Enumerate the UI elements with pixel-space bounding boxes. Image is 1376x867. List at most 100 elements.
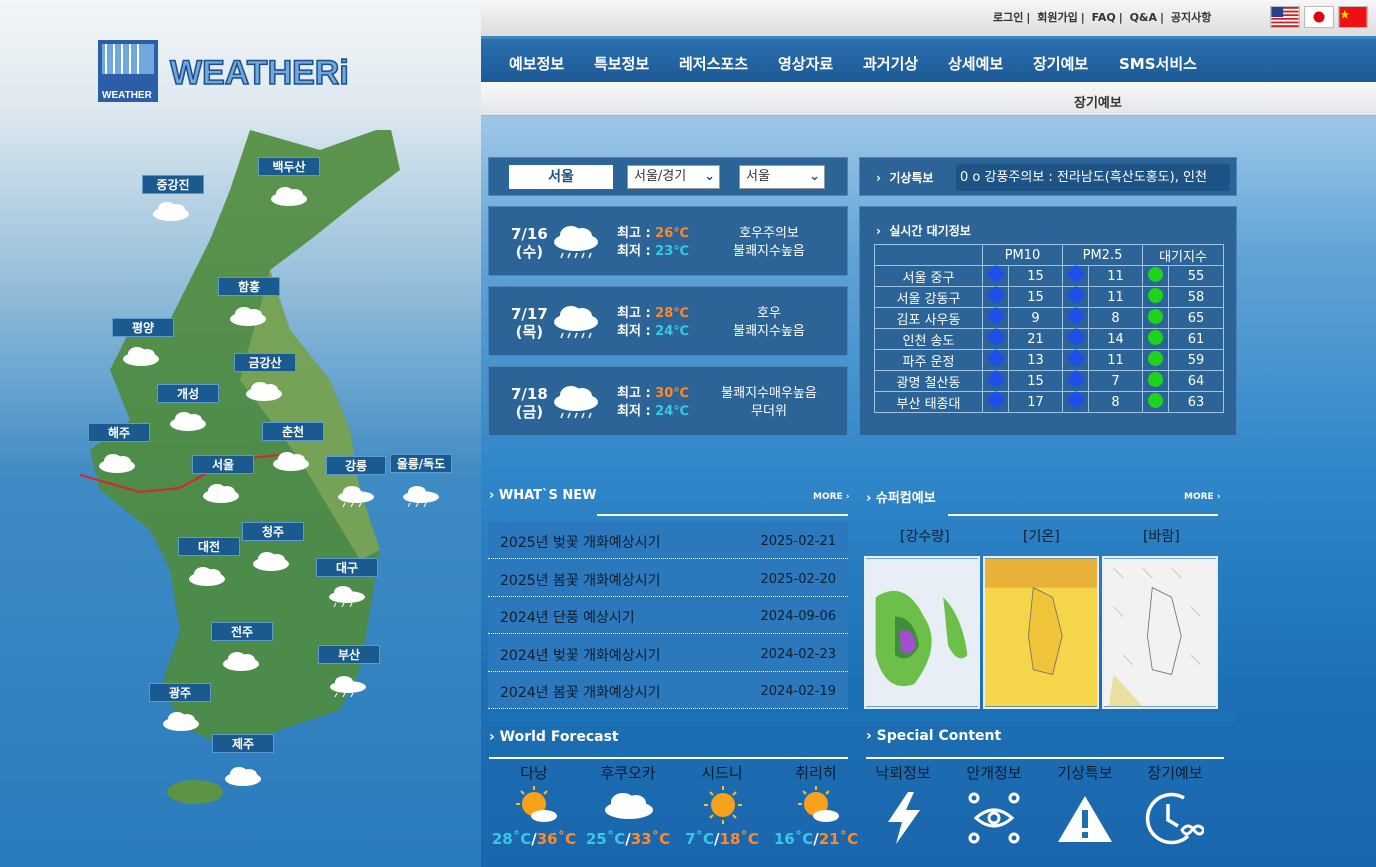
map-city-label[interactable]: 대전	[178, 537, 240, 556]
low-label: 최저 :	[617, 404, 656, 419]
map-city-label[interactable]: 전주	[211, 622, 273, 641]
table-row[interactable]: 광명 철산동 15 7 64	[874, 369, 1224, 392]
news-item[interactable]: 2025년 벚꽃 개화예상시기 2025-02-21	[488, 522, 848, 559]
map-city-label[interactable]: 제주	[212, 734, 274, 753]
supercomputer-more-link[interactable]: MORE ›	[1184, 492, 1221, 502]
station-name: 서울 강동구	[874, 286, 983, 308]
nav-item[interactable]: 레저스포츠	[679, 53, 748, 74]
world-city-temps: 16˚C/21˚C	[773, 830, 859, 848]
map-city-label[interactable]: 광주	[149, 683, 211, 702]
world-city-name[interactable]: 취리히	[771, 762, 861, 783]
table-row[interactable]: 서울 중구 15 11 55	[874, 264, 1224, 287]
map-city-label[interactable]: 평양	[112, 318, 174, 337]
high-temp: 30℃	[655, 386, 690, 401]
special-content-title: › Special Content	[866, 728, 1001, 744]
qna-link[interactable]: Q&A	[1130, 11, 1157, 24]
map-city-label[interactable]: 부산	[318, 645, 380, 664]
map-city-label[interactable]: 청주	[242, 522, 304, 541]
table-row[interactable]: 파주 운정 13 11 59	[874, 348, 1224, 371]
lightning-icon[interactable]	[882, 792, 926, 844]
forecast-note: 무더위	[751, 404, 787, 419]
world-city-name[interactable]: 후쿠오카	[583, 762, 673, 783]
map-city-label[interactable]: 강릉	[326, 456, 386, 475]
table-row[interactable]: 부산 태종대 17 8 63	[874, 390, 1224, 413]
us-flag-icon[interactable]	[1270, 6, 1300, 28]
fog-eye-icon[interactable]	[968, 792, 1020, 844]
current-page-label[interactable]: 장기예보	[1074, 92, 1122, 111]
station-name: 파주 운정	[874, 349, 983, 371]
news-more-link[interactable]: MORE ›	[813, 492, 850, 502]
notice-link[interactable]: 공지사항	[1171, 9, 1211, 25]
special-item-label[interactable]: 낙뢰정보	[858, 762, 948, 783]
warning-icon[interactable]	[1056, 794, 1114, 844]
city-select[interactable]: 서울 ⌄	[739, 165, 825, 189]
special-item-label[interactable]: 장기예보	[1130, 762, 1220, 783]
precip-label: [강수량]	[900, 529, 950, 545]
faq-link[interactable]: FAQ	[1092, 11, 1116, 24]
long-term-clock-icon[interactable]	[1144, 792, 1204, 846]
high-temp: 36˚C	[536, 830, 577, 848]
forecast-note: 불쾌지수높음	[733, 324, 805, 339]
map-city-label[interactable]: 개성	[157, 384, 219, 403]
special-item-label[interactable]: 기상특보	[1040, 762, 1130, 783]
index-value: 61	[1168, 328, 1224, 350]
nav-item[interactable]: 특보정보	[594, 53, 649, 74]
chevron-down-icon: ⌄	[809, 169, 820, 184]
forecast-note: 불쾌지수매우높음	[721, 386, 817, 401]
pm25-value: 11	[1088, 349, 1143, 371]
pm25-status-icon	[1062, 285, 1089, 308]
index-value: 59	[1168, 349, 1224, 371]
alert-text[interactable]: 0 o 강풍주의보 : 전라남도(흑산도홍도), 인천	[956, 164, 1230, 191]
world-city-name[interactable]: 다낭	[489, 762, 579, 783]
news-item-date: 2025-02-21	[760, 534, 836, 549]
china-flag-icon[interactable]	[1338, 6, 1368, 28]
news-item-title: 2025년 봄꽃 개화예상시기	[500, 573, 661, 589]
nav-item[interactable]: 예보정보	[509, 53, 564, 74]
special-item-label[interactable]: 안개정보	[949, 762, 1039, 783]
signup-link[interactable]: 회원가입	[1037, 9, 1077, 25]
nav-item[interactable]: 상세예보	[948, 53, 1003, 74]
nav-item[interactable]: 과거기상	[863, 53, 918, 74]
forecast-day[interactable]: 7/17 (목) 최고 : 28℃ 최저 : 24℃ 호우 불쾌지수높음	[488, 286, 848, 356]
map-city-label[interactable]: 춘천	[262, 422, 324, 441]
world-city-name[interactable]: 시드니	[677, 762, 767, 783]
low-label: 최저 :	[617, 324, 656, 339]
map-city-label[interactable]: 함흥	[218, 277, 280, 296]
map-city-label[interactable]: 금강산	[234, 353, 296, 372]
weatheri-logo[interactable]: WEATHER WEATHERi	[98, 38, 350, 104]
nav-item[interactable]: 영상자료	[778, 53, 833, 74]
high-temp: 33˚C	[630, 830, 671, 848]
map-city-label[interactable]: 백두산	[258, 157, 320, 176]
nav-item[interactable]: 장기예보	[1033, 53, 1088, 74]
pm25-status-icon	[1062, 348, 1089, 371]
nav-item[interactable]: SMS서비스	[1119, 53, 1197, 74]
table-row[interactable]: 인천 송도 21 14 61	[874, 327, 1224, 350]
temperature-map-thumbnail[interactable]	[983, 556, 1099, 709]
news-item[interactable]: 2024년 벚꽃 개화예상시기 2024-02-23	[488, 635, 848, 672]
map-city-label[interactable]: 해주	[88, 423, 150, 442]
forecast-day[interactable]: 7/16 (수) 최고 : 26℃ 최저 : 23℃ 호우주의보 불쾌지수높음	[488, 206, 848, 276]
section-band	[488, 712, 1235, 722]
pm25-status-icon	[1062, 327, 1089, 350]
forecast-day[interactable]: 7/18 (금) 최고 : 30℃ 최저 : 24℃ 불쾌지수매우높음 무더위	[488, 366, 848, 436]
pm25-value: 7	[1088, 370, 1143, 392]
news-item[interactable]: 2025년 봄꽃 개화예상시기 2025-02-20	[488, 560, 848, 597]
wind-map-thumbnail[interactable]	[1102, 556, 1218, 709]
login-link[interactable]: 로그인	[993, 9, 1023, 25]
news-item[interactable]: 2024년 봄꽃 개화예상시기 2024-02-19	[488, 672, 848, 709]
japan-flag-icon[interactable]	[1304, 6, 1334, 28]
index-value: 63	[1168, 391, 1224, 413]
map-city-label[interactable]: 울릉/독도	[390, 454, 452, 473]
world-forecast-title-text: World Forecast	[499, 729, 619, 745]
alert-label-text: 기상특보	[889, 171, 934, 185]
table-row[interactable]: 서울 강동구 15 11 58	[874, 285, 1224, 308]
forecast-date: 7/16	[511, 225, 548, 243]
precipitation-map-thumbnail[interactable]	[864, 556, 980, 709]
map-city-label[interactable]: 서울	[192, 455, 254, 474]
region-select[interactable]: 서울/경기 ⌄	[627, 165, 720, 189]
news-item[interactable]: 2024년 단풍 예상시기 2024-09-06	[488, 597, 848, 634]
pm10-status-icon	[982, 327, 1009, 350]
map-city-label[interactable]: 대구	[316, 558, 378, 577]
map-city-label[interactable]: 중강진	[142, 175, 204, 194]
table-row[interactable]: 김포 사우동 9 8 65	[874, 306, 1224, 329]
